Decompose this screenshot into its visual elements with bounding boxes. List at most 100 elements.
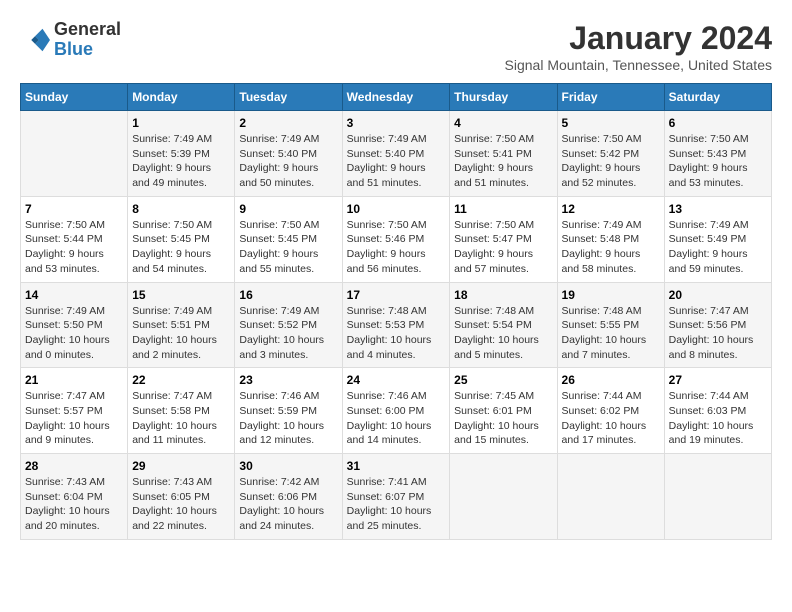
calendar-cell: 18 Sunrise: 7:48 AM Sunset: 5:54 PM Dayli… <box>450 282 557 368</box>
day-number: 5 <box>562 116 660 130</box>
calendar-cell: 21 Sunrise: 7:47 AM Sunset: 5:57 PM Dayli… <box>21 368 128 454</box>
day-info: Sunrise: 7:47 AM Sunset: 5:56 PM Dayligh… <box>669 304 767 363</box>
calendar-cell: 10 Sunrise: 7:50 AM Sunset: 5:46 PM Dayli… <box>342 196 450 282</box>
day-number: 13 <box>669 202 767 216</box>
calendar-cell <box>557 454 664 540</box>
week-row-4: 21 Sunrise: 7:47 AM Sunset: 5:57 PM Dayli… <box>21 368 772 454</box>
calendar-cell: 26 Sunrise: 7:44 AM Sunset: 6:02 PM Dayli… <box>557 368 664 454</box>
calendar-cell: 13 Sunrise: 7:49 AM Sunset: 5:49 PM Dayli… <box>664 196 771 282</box>
calendar-cell: 11 Sunrise: 7:50 AM Sunset: 5:47 PM Dayli… <box>450 196 557 282</box>
week-row-1: 1 Sunrise: 7:49 AM Sunset: 5:39 PM Daylig… <box>21 111 772 197</box>
calendar-cell: 28 Sunrise: 7:43 AM Sunset: 6:04 PM Dayli… <box>21 454 128 540</box>
day-info: Sunrise: 7:43 AM Sunset: 6:04 PM Dayligh… <box>25 475 123 534</box>
calendar-cell: 20 Sunrise: 7:47 AM Sunset: 5:56 PM Dayli… <box>664 282 771 368</box>
day-info: Sunrise: 7:49 AM Sunset: 5:52 PM Dayligh… <box>239 304 337 363</box>
day-number: 31 <box>347 459 446 473</box>
day-info: Sunrise: 7:48 AM Sunset: 5:54 PM Dayligh… <box>454 304 552 363</box>
day-number: 26 <box>562 373 660 387</box>
calendar-cell <box>664 454 771 540</box>
header-wednesday: Wednesday <box>342 84 450 111</box>
day-number: 21 <box>25 373 123 387</box>
calendar-cell: 17 Sunrise: 7:48 AM Sunset: 5:53 PM Dayli… <box>342 282 450 368</box>
calendar-table: SundayMondayTuesdayWednesdayThursdayFrid… <box>20 83 772 540</box>
day-number: 15 <box>132 288 230 302</box>
week-row-3: 14Sunrise: 7:49 AM Sunset: 5:50 PM Dayli… <box>21 282 772 368</box>
day-info: Sunrise: 7:47 AM Sunset: 5:58 PM Dayligh… <box>132 389 230 448</box>
calendar-cell: 1 Sunrise: 7:49 AM Sunset: 5:39 PM Daylig… <box>128 111 235 197</box>
day-info: Sunrise: 7:49 AM Sunset: 5:49 PM Dayligh… <box>669 218 767 277</box>
day-info: Sunrise: 7:49 AM Sunset: 5:39 PM Dayligh… <box>132 132 230 191</box>
day-number: 6 <box>669 116 767 130</box>
day-info: Sunrise: 7:49 AM Sunset: 5:40 PM Dayligh… <box>239 132 337 191</box>
day-info: Sunrise: 7:49 AM Sunset: 5:51 PM Dayligh… <box>132 304 230 363</box>
day-number: 17 <box>347 288 446 302</box>
header-sunday: Sunday <box>21 84 128 111</box>
calendar-cell <box>21 111 128 197</box>
calendar-cell: 8Sunrise: 7:50 AM Sunset: 5:45 PM Daylig… <box>128 196 235 282</box>
calendar-cell: 23 Sunrise: 7:46 AM Sunset: 5:59 PM Dayli… <box>235 368 342 454</box>
day-info: Sunrise: 7:46 AM Sunset: 5:59 PM Dayligh… <box>239 389 337 448</box>
day-info: Sunrise: 7:47 AM Sunset: 5:57 PM Dayligh… <box>25 389 123 448</box>
week-row-2: 7Sunrise: 7:50 AM Sunset: 5:44 PM Daylig… <box>21 196 772 282</box>
day-number: 20 <box>669 288 767 302</box>
day-info: Sunrise: 7:46 AM Sunset: 6:00 PM Dayligh… <box>347 389 446 448</box>
day-info: Sunrise: 7:50 AM Sunset: 5:47 PM Dayligh… <box>454 218 552 277</box>
logo-icon <box>20 25 50 55</box>
day-number: 19 <box>562 288 660 302</box>
day-number: 7 <box>25 202 123 216</box>
day-number: 14 <box>25 288 123 302</box>
calendar-cell: 29 Sunrise: 7:43 AM Sunset: 6:05 PM Dayli… <box>128 454 235 540</box>
header-friday: Friday <box>557 84 664 111</box>
day-number: 29 <box>132 459 230 473</box>
day-number: 11 <box>454 202 552 216</box>
logo-general: General <box>54 20 121 40</box>
day-number: 27 <box>669 373 767 387</box>
main-title: January 2024 <box>505 20 772 57</box>
day-info: Sunrise: 7:48 AM Sunset: 5:53 PM Dayligh… <box>347 304 446 363</box>
day-number: 18 <box>454 288 552 302</box>
calendar-cell: 16Sunrise: 7:49 AM Sunset: 5:52 PM Dayli… <box>235 282 342 368</box>
day-number: 28 <box>25 459 123 473</box>
day-number: 2 <box>239 116 337 130</box>
calendar-cell: 19Sunrise: 7:48 AM Sunset: 5:55 PM Dayli… <box>557 282 664 368</box>
day-number: 4 <box>454 116 552 130</box>
calendar-cell: 3Sunrise: 7:49 AM Sunset: 5:40 PM Daylig… <box>342 111 450 197</box>
header-thursday: Thursday <box>450 84 557 111</box>
week-row-5: 28 Sunrise: 7:43 AM Sunset: 6:04 PM Dayli… <box>21 454 772 540</box>
logo: General Blue <box>20 20 121 60</box>
calendar-cell: 7Sunrise: 7:50 AM Sunset: 5:44 PM Daylig… <box>21 196 128 282</box>
calendar-cell: 9Sunrise: 7:50 AM Sunset: 5:45 PM Daylig… <box>235 196 342 282</box>
subtitle: Signal Mountain, Tennessee, United State… <box>505 57 772 73</box>
calendar-cell: 24 Sunrise: 7:46 AM Sunset: 6:00 PM Dayli… <box>342 368 450 454</box>
day-info: Sunrise: 7:49 AM Sunset: 5:48 PM Dayligh… <box>562 218 660 277</box>
day-info: Sunrise: 7:50 AM Sunset: 5:46 PM Dayligh… <box>347 218 446 277</box>
header-monday: Monday <box>128 84 235 111</box>
day-number: 24 <box>347 373 446 387</box>
day-number: 1 <box>132 116 230 130</box>
calendar-cell: 25 Sunrise: 7:45 AM Sunset: 6:01 PM Dayli… <box>450 368 557 454</box>
day-info: Sunrise: 7:50 AM Sunset: 5:42 PM Dayligh… <box>562 132 660 191</box>
day-info: Sunrise: 7:44 AM Sunset: 6:03 PM Dayligh… <box>669 389 767 448</box>
day-number: 10 <box>347 202 446 216</box>
calendar-cell: 30Sunrise: 7:42 AM Sunset: 6:06 PM Dayli… <box>235 454 342 540</box>
header-row: SundayMondayTuesdayWednesdayThursdayFrid… <box>21 84 772 111</box>
logo-text: General Blue <box>54 20 121 60</box>
day-info: Sunrise: 7:45 AM Sunset: 6:01 PM Dayligh… <box>454 389 552 448</box>
page-header: General Blue January 2024 Signal Mountai… <box>20 20 772 73</box>
day-info: Sunrise: 7:43 AM Sunset: 6:05 PM Dayligh… <box>132 475 230 534</box>
calendar-header: SundayMondayTuesdayWednesdayThursdayFrid… <box>21 84 772 111</box>
title-block: January 2024 Signal Mountain, Tennessee,… <box>505 20 772 73</box>
calendar-cell: 12 Sunrise: 7:49 AM Sunset: 5:48 PM Dayli… <box>557 196 664 282</box>
day-number: 25 <box>454 373 552 387</box>
day-number: 12 <box>562 202 660 216</box>
calendar-body: 1 Sunrise: 7:49 AM Sunset: 5:39 PM Daylig… <box>21 111 772 540</box>
day-info: Sunrise: 7:44 AM Sunset: 6:02 PM Dayligh… <box>562 389 660 448</box>
day-number: 3 <box>347 116 446 130</box>
header-tuesday: Tuesday <box>235 84 342 111</box>
calendar-cell: 27 Sunrise: 7:44 AM Sunset: 6:03 PM Dayli… <box>664 368 771 454</box>
day-number: 23 <box>239 373 337 387</box>
calendar-cell: 2 Sunrise: 7:49 AM Sunset: 5:40 PM Daylig… <box>235 111 342 197</box>
calendar-cell: 14Sunrise: 7:49 AM Sunset: 5:50 PM Dayli… <box>21 282 128 368</box>
day-info: Sunrise: 7:50 AM Sunset: 5:45 PM Dayligh… <box>239 218 337 277</box>
day-info: Sunrise: 7:50 AM Sunset: 5:41 PM Dayligh… <box>454 132 552 191</box>
